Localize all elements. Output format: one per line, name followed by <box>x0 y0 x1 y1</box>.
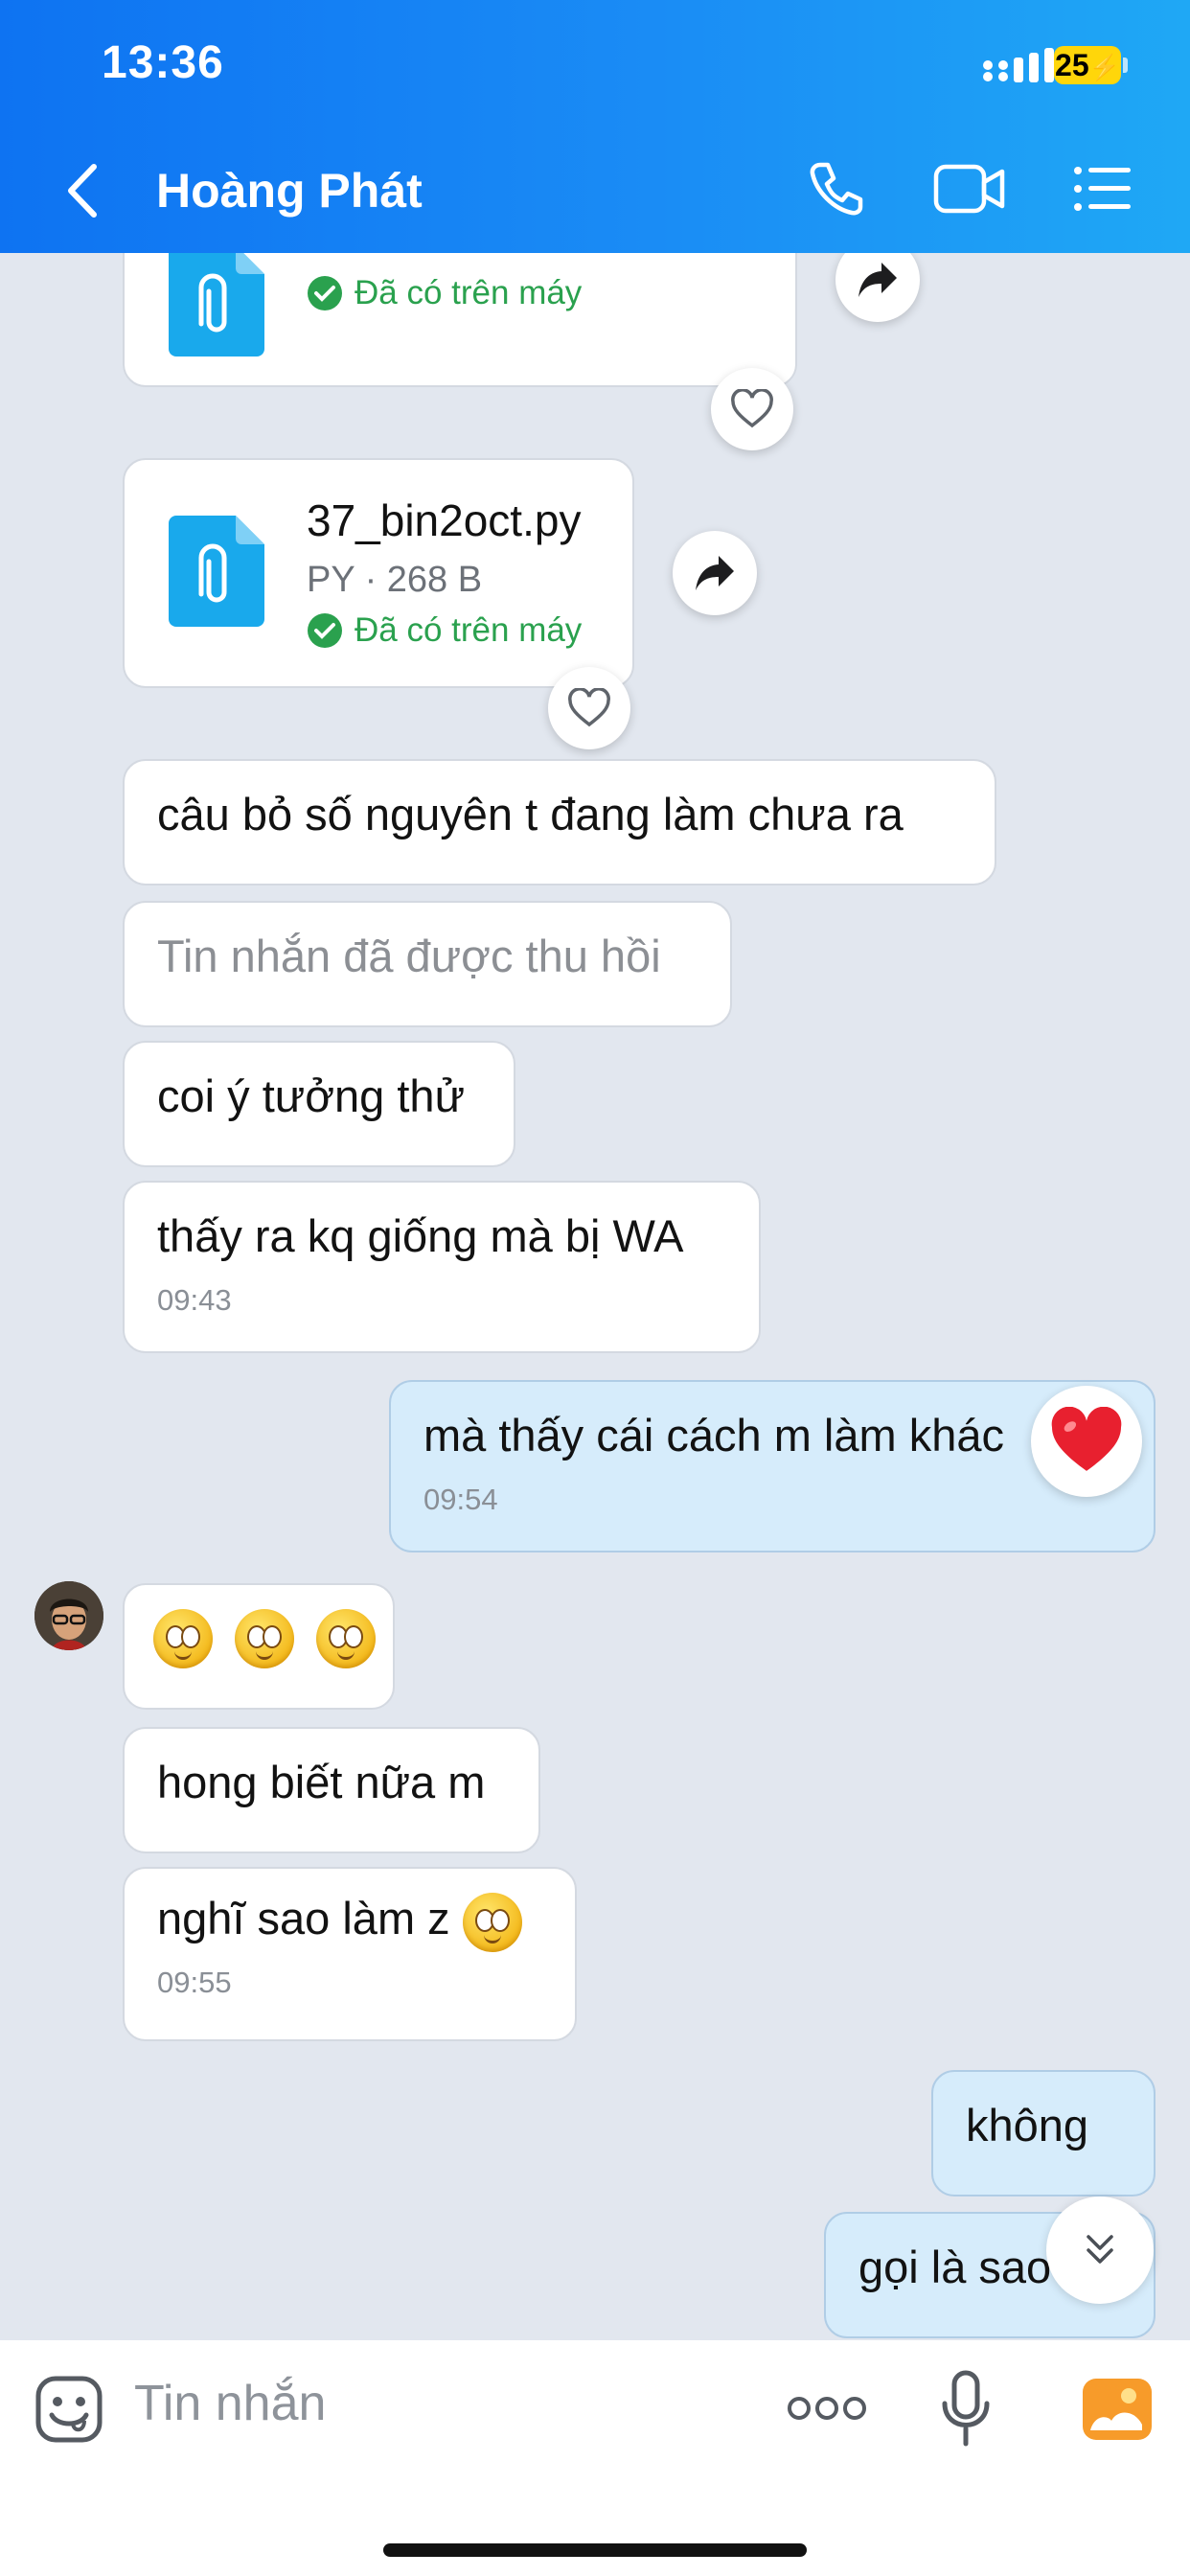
image-gallery-icon[interactable] <box>1081 2377 1154 2442</box>
message-time: 09:54 <box>423 1483 498 1516</box>
back-arrow-icon[interactable] <box>59 161 107 220</box>
double-chevron-down-icon <box>1087 2235 1113 2264</box>
forward-button[interactable] <box>835 253 920 322</box>
incoming-message[interactable]: nghĩ sao làm z 09:55 <box>123 1867 577 2041</box>
file-status: Đã có trên máy <box>307 274 582 312</box>
share-arrow-icon <box>858 263 897 297</box>
recalled-message[interactable]: Tin nhắn đã được thu hồi <box>123 901 732 1027</box>
heart-filled-icon <box>1051 1407 1122 1471</box>
file-meta: PY · 604 B <box>307 253 482 262</box>
forward-button[interactable] <box>673 531 757 615</box>
file-status-text: Đã có trên máy <box>355 274 583 311</box>
more-options-icon[interactable] <box>788 2394 866 2423</box>
incoming-message[interactable]: thấy ra kq giống mà bị WA 09:43 <box>123 1181 761 1353</box>
status-time: 13:36 <box>102 37 224 88</box>
cellular-signal-icon <box>983 48 1054 82</box>
file-meta: PY · 268 B <box>307 560 483 600</box>
heart-reaction[interactable] <box>1031 1386 1142 1497</box>
file-status-text: Đã có trên máy <box>355 611 583 649</box>
message-text: câu bỏ số nguyên t đang làm chưa ra <box>157 789 904 840</box>
scroll-to-bottom-button[interactable] <box>1046 2196 1154 2304</box>
check-circle-icon <box>308 613 342 648</box>
file-attachment-icon <box>169 253 264 356</box>
heart-outline-icon <box>731 389 773 428</box>
video-call-icon[interactable] <box>933 161 1006 217</box>
message-text: thấy ra kq giống mà bị WA <box>157 1210 684 1261</box>
message-input[interactable]: Tin nhắn <box>134 2375 326 2432</box>
emoji-message[interactable] <box>123 1583 395 1710</box>
microphone-icon[interactable] <box>939 2369 993 2450</box>
incoming-message[interactable]: hong biết nữa m <box>123 1727 540 1853</box>
file-attachment-icon <box>169 516 264 627</box>
battery-icon: 25⚡ <box>1054 46 1121 84</box>
message-input-bar: Tin nhắn <box>0 2340 1190 2576</box>
like-button[interactable] <box>548 667 630 749</box>
file-name: 37_bin2oct.py <box>307 495 582 545</box>
message-text: gọi là sao <box>858 2242 1052 2292</box>
chat-header: 13:36 25⚡ Hoàng Phát <box>0 0 1190 253</box>
home-indicator <box>383 2543 807 2557</box>
check-circle-icon <box>308 276 342 310</box>
file-message[interactable]: PY · 604 B Đã có trên máy <box>123 253 797 387</box>
message-text: nghĩ sao làm z <box>157 1893 450 1944</box>
battery-tip <box>1123 58 1128 73</box>
message-text: không <box>966 2100 1089 2150</box>
incoming-message[interactable]: câu bỏ số nguyên t đang làm chưa ra <box>123 759 996 886</box>
smiley-emoji-icon <box>316 1608 377 1668</box>
message-time: 09:43 <box>157 1283 232 1317</box>
file-status: Đã có trên máy <box>307 611 582 650</box>
message-text: Tin nhắn đã được thu hồi <box>157 931 661 981</box>
phone-call-icon[interactable] <box>807 159 866 218</box>
message-text: coi ý tưởng thử <box>157 1070 466 1121</box>
message-list[interactable]: PY · 604 B Đã có trên máy 37_bin2oct.py … <box>0 253 1190 2340</box>
sticker-icon[interactable] <box>34 2375 103 2444</box>
contact-avatar[interactable] <box>34 1581 103 1650</box>
smiley-emoji-icon <box>235 1608 295 1668</box>
smiley-emoji-icon <box>153 1608 213 1668</box>
menu-list-icon[interactable] <box>1073 165 1133 213</box>
message-time: 09:55 <box>157 1965 232 1999</box>
incoming-message[interactable]: coi ý tưởng thử <box>123 1041 515 1167</box>
outgoing-message[interactable]: không <box>931 2070 1156 2196</box>
share-arrow-icon <box>696 556 734 590</box>
battery-level: 25 <box>1055 48 1089 82</box>
contact-name[interactable]: Hoàng Phát <box>156 163 423 218</box>
message-text: mà thấy cái cách m làm khác <box>423 1410 1004 1460</box>
like-button[interactable] <box>711 368 793 450</box>
heart-outline-icon <box>568 688 610 727</box>
avatar-image <box>34 1581 103 1650</box>
file-message[interactable]: 37_bin2oct.py PY · 268 B Đã có trên máy <box>123 458 634 688</box>
message-text: hong biết nữa m <box>157 1757 486 1807</box>
smiley-emoji-icon <box>462 1892 522 1952</box>
